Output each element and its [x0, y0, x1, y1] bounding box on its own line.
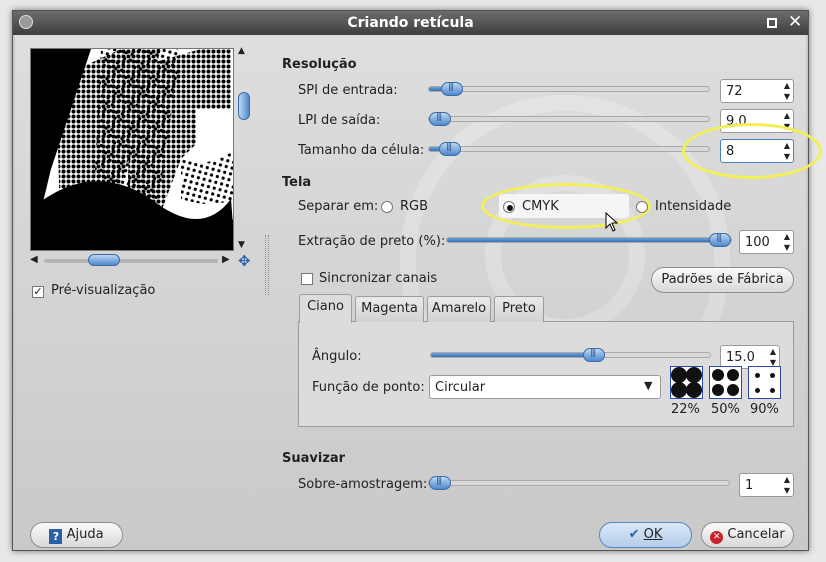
tab-preto[interactable]: Preto: [494, 296, 544, 322]
close-icon[interactable]: ✕: [788, 12, 802, 32]
spi-spinbutton[interactable]: 72 ▲ ▼: [720, 79, 794, 103]
spot-function-value: Circular: [435, 380, 486, 395]
lpi-label: LPI de saída:: [298, 113, 381, 128]
lpi-slider[interactable]: [428, 112, 710, 126]
halftone-preview-image: [31, 49, 233, 250]
preview-hscrollbar[interactable]: ◀ ▶: [30, 254, 234, 268]
scroll-up-icon[interactable]: ▲: [238, 46, 245, 56]
scroll-down-icon[interactable]: ▼: [238, 240, 245, 250]
cell-size-slider[interactable]: [428, 142, 710, 156]
chevron-down-icon: ▼: [644, 379, 653, 392]
navigate-move-icon[interactable]: ✥: [238, 252, 251, 270]
mouse-cursor-icon: [605, 212, 619, 232]
help-button-label: Ajuda: [66, 527, 104, 542]
spot-preview-90-label: 90%: [750, 402, 779, 417]
black-extraction-slider[interactable]: [446, 233, 732, 247]
preview-vscroll-thumb[interactable]: [238, 92, 250, 120]
spot-preview-50: [709, 366, 742, 399]
radio-intensity[interactable]: [636, 201, 648, 213]
cell-size-highlight: [682, 123, 822, 179]
oversample-spinbutton[interactable]: 1 ▲ ▼: [739, 473, 794, 497]
dialog-body: ▲ ▼ ◀ ▶ ✥ ✓ Pré-visualização Resolução S…: [15, 35, 822, 550]
black-extraction-spinbutton[interactable]: 100 ▲ ▼: [739, 230, 794, 254]
radio-intensity-label: Intensidade: [655, 199, 732, 214]
scroll-left-icon[interactable]: ◀: [30, 254, 38, 265]
preview-label: Pré-visualização: [51, 283, 156, 298]
maximize-icon[interactable]: [767, 18, 777, 28]
checkmark-icon: ✔: [628, 527, 640, 542]
tab-magenta[interactable]: Magenta: [355, 296, 424, 322]
spot-preview-50-label: 50%: [711, 402, 740, 417]
angle-slider[interactable]: [430, 348, 711, 362]
ok-button[interactable]: ✔ OK: [599, 522, 692, 548]
tab-ciano[interactable]: Ciano: [299, 294, 352, 323]
screen-heading: Tela: [282, 175, 312, 190]
factory-defaults-button[interactable]: Padrões de Fábrica: [651, 267, 794, 293]
tab-amarelo[interactable]: Amarelo: [427, 296, 491, 322]
smooth-heading: Suavizar: [282, 451, 346, 466]
dialog-window: Criando retícula ✕ ▲ ▼ ◀ ▶ ✥ ✓ Pré-visua…: [12, 10, 822, 551]
help-button[interactable]: ? Ajuda: [30, 522, 123, 548]
angle-label: Ângulo:: [312, 349, 362, 364]
spi-label: SPI de entrada:: [298, 83, 398, 98]
spot-preview-22: [670, 366, 703, 399]
radio-rgb[interactable]: [381, 201, 393, 213]
window-title: Criando retícula: [347, 15, 474, 31]
preview-hscroll-thumb[interactable]: [88, 254, 120, 266]
radio-rgb-label: RGB: [400, 199, 429, 214]
oversample-slider[interactable]: [428, 476, 730, 490]
spot-preview-22-label: 22%: [671, 402, 700, 417]
ok-button-label: OK: [643, 527, 663, 542]
sync-channels-checkbox[interactable]: [301, 273, 313, 285]
scroll-right-icon[interactable]: ▶: [222, 254, 230, 265]
preview-frame: [30, 48, 234, 251]
help-icon: ?: [49, 529, 63, 544]
title-bar[interactable]: Criando retícula ✕: [13, 11, 808, 35]
separate-label: Separar em:: [298, 199, 379, 214]
cell-size-label: Tamanho da célula:: [298, 143, 425, 158]
cmyk-highlight: [481, 183, 651, 229]
spot-function-label: Função de ponto:: [312, 380, 425, 395]
oversample-label: Sobre-amostragem:: [298, 477, 428, 492]
preview-checkbox[interactable]: ✓: [32, 286, 44, 298]
cancel-icon: ✕: [710, 531, 724, 544]
resolution-heading: Resolução: [282, 57, 357, 72]
panel-resize-grip[interactable]: [265, 235, 269, 295]
black-extraction-label: Extração de preto (%):: [298, 234, 446, 249]
cancel-button[interactable]: ✕ Cancelar: [701, 522, 794, 548]
spot-function-select[interactable]: Circular ▼: [429, 375, 661, 399]
spi-slider[interactable]: [428, 82, 710, 96]
spot-preview-90: [748, 366, 781, 399]
sync-channels-label: Sincronizar canais: [319, 271, 438, 286]
preview-vscrollbar[interactable]: ▲ ▼: [237, 46, 251, 251]
cancel-button-label: Cancelar: [727, 527, 785, 542]
